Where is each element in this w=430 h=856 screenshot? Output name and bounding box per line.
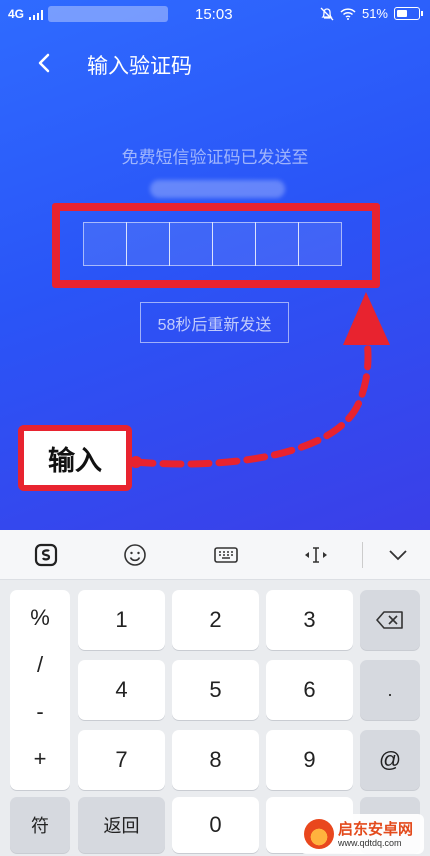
key-2[interactable]: 2 [172,590,259,650]
battery-percent: 51% [361,6,388,21]
sogou-logo-icon[interactable] [28,540,64,570]
sent-hint: 免费短信验证码已发送至 [121,148,309,167]
back-key[interactable]: 返回 [78,797,165,853]
page-title: 输入验证码 [87,55,192,78]
at-key[interactable]: @ [360,730,420,790]
key-0[interactable]: 0 [172,797,259,853]
cursor-move-icon[interactable] [298,540,334,570]
site-logo-icon [304,819,334,849]
key-5[interactable]: 5 [172,660,259,720]
symbols-key[interactable]: 符 [10,797,70,853]
wifi-icon [340,7,356,20]
watermark-title: 启东安卓网 [338,820,414,838]
dot-key[interactable]: . [360,660,420,720]
symbol-column[interactable]: % / - + [10,590,70,790]
phone-number-redacted [150,180,285,198]
key-3[interactable]: 3 [266,590,353,650]
key-7[interactable]: 7 [78,730,165,790]
symbol-key[interactable]: - [10,687,70,737]
battery-icon [394,7,423,20]
mute-icon [320,7,334,20]
toolbar-divider [362,542,363,568]
key-8[interactable]: 8 [172,730,259,790]
keyboard-toolbar [0,530,430,580]
nav-bar: 输入验证码 [0,38,430,88]
delete-key[interactable] [360,590,420,650]
carrier-name-redacted [48,6,168,22]
key-1[interactable]: 1 [78,590,165,650]
status-bar: 4G 15:03 51% [0,0,430,30]
key-9[interactable]: 9 [266,730,353,790]
symbol-key[interactable]: + [10,734,70,784]
emoji-icon[interactable] [117,540,153,570]
annotation-highlight-box [52,203,380,288]
back-button[interactable] [30,48,60,78]
key-4[interactable]: 4 [78,660,165,720]
signal-icon [29,10,43,20]
backspace-icon [376,611,403,629]
symbol-key[interactable]: % [10,593,70,643]
keyboard-switch-icon[interactable] [208,540,244,570]
verification-screen: 4G 15:03 51% 输入验证码 免费短信验证码已发送至 58秒后重新发送 [0,0,430,530]
annotation-tag: 输入 [18,425,132,491]
symbol-key[interactable]: / [10,640,70,690]
key-6[interactable]: 6 [266,660,353,720]
status-time: 15:03 [195,6,233,23]
resend-button[interactable]: 58秒后重新发送 [140,302,289,343]
network-type: 4G [8,7,25,21]
site-watermark: 启东安卓网 www.qdtdq.com [300,814,424,854]
collapse-keyboard-icon[interactable] [380,540,416,570]
chevron-left-icon [38,53,50,73]
watermark-url: www.qdtdq.com [338,837,402,848]
